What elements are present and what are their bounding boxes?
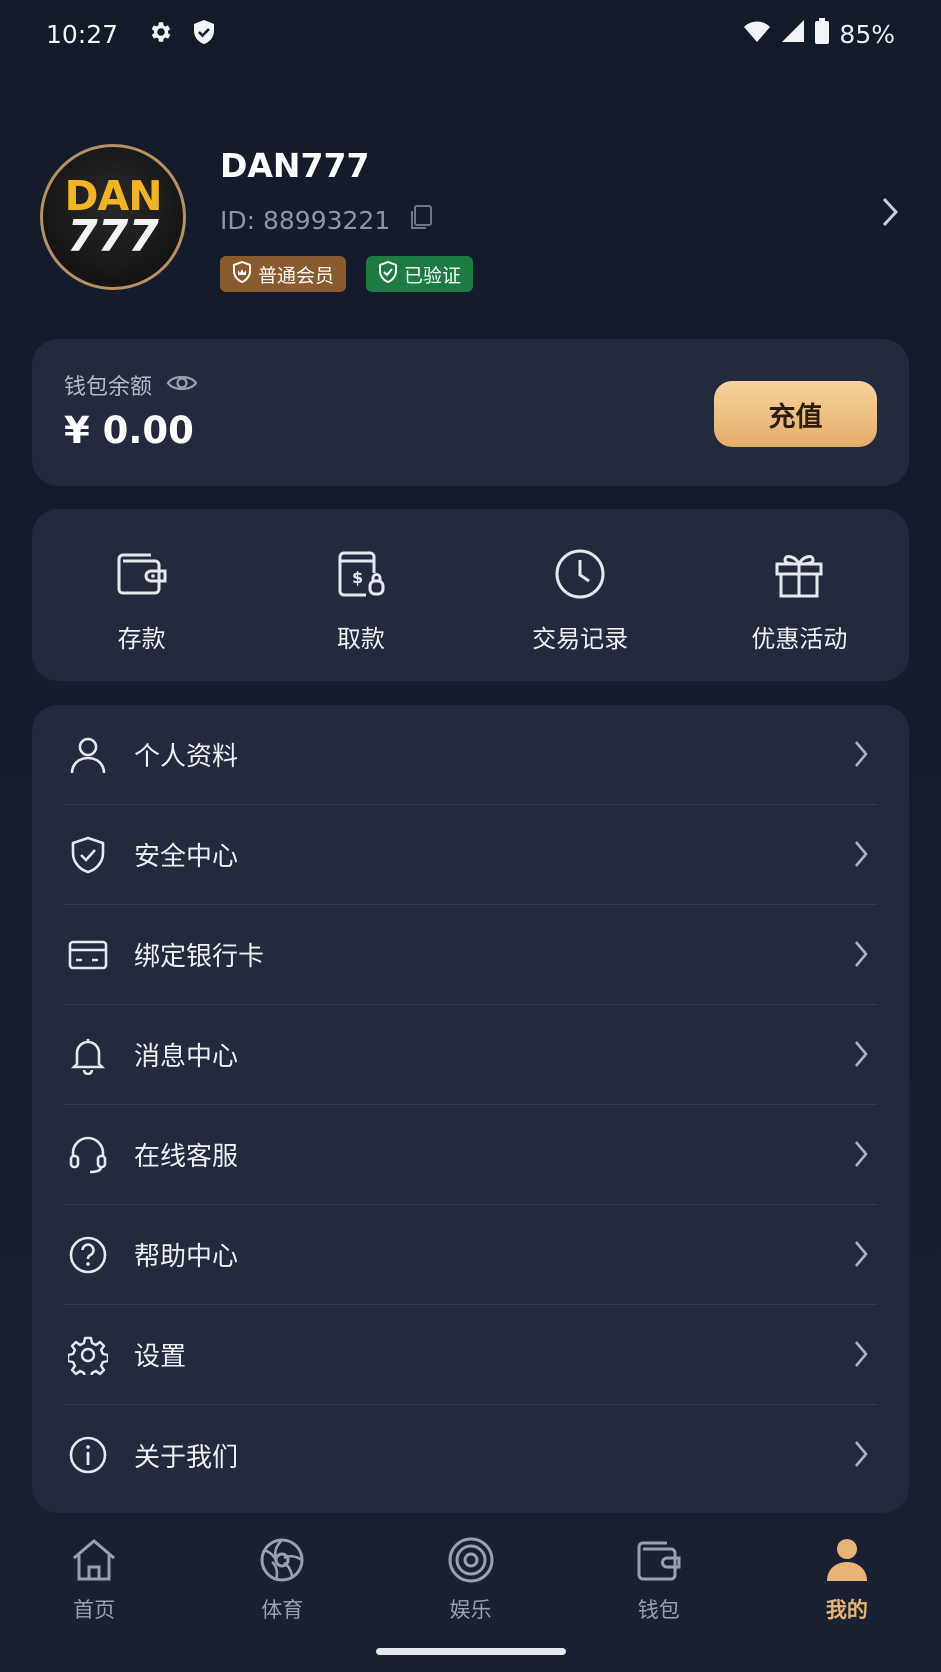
tab-home[interactable]: 首页 (0, 1522, 188, 1632)
withdraw-icon: $ (334, 547, 388, 605)
wallet-icon (635, 1536, 683, 1588)
recharge-button[interactable]: 充值 (714, 381, 877, 447)
menu-item-label: 在线客服 (134, 1142, 239, 1172)
quick-action-label: 取款 (336, 625, 385, 653)
clock-icon (553, 547, 607, 605)
shield-status-icon (192, 19, 216, 49)
menu-item-profile[interactable]: 个人资料 (64, 705, 877, 805)
copy-icon[interactable] (408, 204, 434, 236)
username: DAN777 (220, 146, 370, 185)
chevron-right-icon (853, 1039, 869, 1073)
quick-action-label: 优惠活动 (751, 625, 848, 653)
bell-icon (66, 1033, 110, 1077)
menu-item-about[interactable]: 关于我们 (64, 1405, 877, 1505)
tab-label: 体育 (261, 1598, 304, 1622)
wallet-balance-label: 钱包余额 (64, 375, 153, 400)
settings-gear-icon (148, 19, 174, 49)
quick-action-transactions[interactable]: 交易记录 (471, 509, 690, 681)
user-icon (66, 733, 110, 777)
chevron-right-icon (853, 739, 869, 773)
entertainment-icon (447, 1536, 495, 1588)
chevron-right-icon (853, 1239, 869, 1273)
battery-percent: 85% (839, 19, 895, 49)
verified-badge: 已验证 (366, 256, 474, 292)
wifi-icon (743, 19, 771, 49)
profile-icon (823, 1536, 871, 1588)
quick-action-withdraw[interactable]: $ 取款 (251, 509, 470, 681)
tab-label: 钱包 (637, 1598, 680, 1622)
verified-badge-label: 已验证 (404, 264, 462, 287)
tab-label: 娱乐 (449, 1598, 492, 1622)
chevron-right-icon[interactable] (880, 196, 900, 232)
svg-text:$: $ (352, 568, 363, 587)
tab-entertainment[interactable]: 娱乐 (376, 1522, 564, 1632)
profile-header[interactable]: DAN 777 DAN777 ID: 88993221 普通会员 已验证 (40, 142, 900, 292)
menu-item-bank-card[interactable]: 绑定银行卡 (64, 905, 877, 1005)
chevron-right-icon (853, 1439, 869, 1473)
bank-card-icon (66, 933, 110, 977)
avatar-text-top: DAN (64, 171, 162, 220)
menu-item-label: 帮助中心 (134, 1242, 239, 1272)
bottom-tab-bar: 首页 体育 娱乐 钱包 我的 (0, 1522, 941, 1632)
chevron-right-icon (853, 1339, 869, 1373)
member-badge-label: 普通会员 (258, 264, 335, 287)
chevron-right-icon (853, 939, 869, 973)
menu-item-label: 消息中心 (134, 1042, 239, 1072)
member-badge: 普通会员 (220, 256, 347, 292)
status-time: 10:27 (46, 19, 119, 49)
menu-item-label: 绑定银行卡 (134, 942, 265, 972)
wallet-balance-amount: ¥ 0.00 (64, 409, 194, 452)
home-indicator[interactable] (376, 1648, 566, 1655)
menu-item-messages[interactable]: 消息中心 (64, 1005, 877, 1105)
chevron-right-icon (853, 1139, 869, 1173)
settings-menu: 个人资料 安全中心 绑定银行卡 消息中心 在线客服 帮助中心 设置 关于我们 (32, 705, 909, 1513)
menu-item-settings[interactable]: 设置 (64, 1305, 877, 1405)
menu-item-label: 个人资料 (134, 742, 239, 772)
crown-shield-icon (232, 260, 252, 288)
gift-icon (772, 547, 826, 605)
menu-item-security[interactable]: 安全中心 (64, 805, 877, 905)
sports-icon (258, 1536, 306, 1588)
menu-item-label: 安全中心 (134, 842, 239, 872)
help-icon (66, 1233, 110, 1277)
quick-action-deposit[interactable]: 存款 (32, 509, 251, 681)
menu-item-label: 设置 (134, 1342, 187, 1372)
gear-icon (66, 1333, 110, 1377)
chevron-right-icon (853, 839, 869, 873)
tab-sports[interactable]: 体育 (188, 1522, 376, 1632)
headset-icon (66, 1133, 110, 1177)
tab-profile[interactable]: 我的 (753, 1522, 941, 1632)
quick-action-label: 存款 (117, 625, 166, 653)
status-bar: 10:27 85% (0, 0, 941, 68)
menu-item-customer-service[interactable]: 在线客服 (64, 1105, 877, 1205)
tab-wallet[interactable]: 钱包 (565, 1522, 753, 1632)
signal-icon (781, 19, 805, 49)
quick-actions: 存款 $ 取款 交易记录 优惠活动 (32, 509, 909, 681)
home-icon (70, 1536, 118, 1588)
info-icon (66, 1433, 110, 1477)
quick-action-label: 交易记录 (532, 625, 629, 653)
wallet-icon (115, 547, 169, 605)
battery-icon (815, 18, 830, 50)
avatar[interactable]: DAN 777 (40, 144, 186, 290)
tab-label: 首页 (73, 1598, 116, 1622)
avatar-text-bottom: 777 (67, 210, 159, 262)
menu-item-label: 关于我们 (134, 1442, 239, 1473)
user-id: ID: 88993221 (220, 205, 391, 235)
shield-check-icon (66, 833, 110, 877)
tab-label: 我的 (825, 1598, 868, 1622)
menu-item-help[interactable]: 帮助中心 (64, 1205, 877, 1305)
wallet-card: 钱包余额 ¥ 0.00 充值 (32, 339, 909, 486)
verified-shield-icon (378, 260, 398, 288)
eye-icon[interactable] (166, 372, 198, 398)
quick-action-promotions[interactable]: 优惠活动 (690, 509, 909, 681)
